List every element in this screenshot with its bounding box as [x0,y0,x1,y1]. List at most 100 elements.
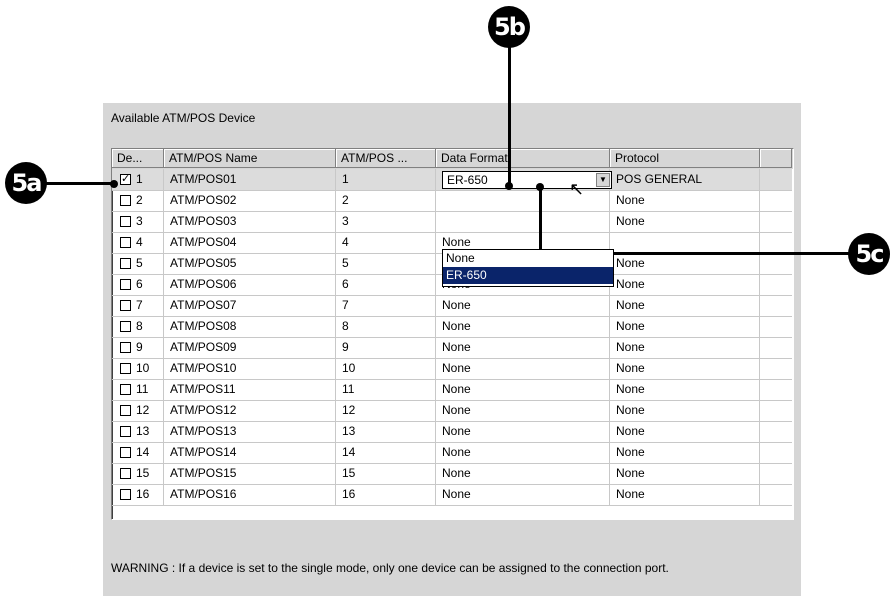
device-enable-checkbox[interactable] [120,384,131,395]
device-enable-cell: ✓ 1 [112,169,164,190]
device-enable-checkbox[interactable] [120,195,131,206]
table-row[interactable]: 8 ATM/POS08 8 None None [112,316,792,338]
data-format-cell[interactable]: None [436,442,610,463]
device-enable-checkbox[interactable] [120,279,131,290]
table-row[interactable]: 11 ATM/POS11 11 None None [112,379,792,401]
device-id-cell: 1 [336,169,436,190]
device-id-cell: 4 [336,232,436,253]
table-row[interactable]: 9 ATM/POS09 9 None None [112,337,792,359]
data-format-combobox-value: ER-650 [447,173,488,187]
callout-5a: 5a [5,162,47,204]
device-enable-checkbox[interactable] [120,216,131,227]
device-name-cell: ATM/POS05 [164,253,336,274]
protocol-cell[interactable]: None [610,400,760,421]
filler-cell [760,316,792,337]
protocol-cell[interactable]: None [610,190,760,211]
table-row[interactable]: ✓ 1 ATM/POS01 1 POS GENERAL ER-650 ▼ [112,169,792,191]
data-format-cell[interactable]: None [436,400,610,421]
filler-cell [760,463,792,484]
protocol-cell[interactable]: None [610,358,760,379]
data-format-cell[interactable]: None [436,295,610,316]
dropdown-option-er650[interactable]: ER-650 [443,267,613,284]
data-format-cell[interactable]: None [436,358,610,379]
device-enable-checkbox[interactable] [120,363,131,374]
device-number: 7 [136,298,143,312]
device-enable-checkbox[interactable] [120,426,131,437]
panel-title: Available ATM/POS Device [111,111,256,125]
device-enable-checkbox[interactable] [120,321,131,332]
device-enable-cell: 14 [112,442,164,463]
device-grid: De... ATM/POS Name ATM/POS ... Data Form… [111,148,794,520]
data-format-dropdown-list[interactable]: None ER-650 [442,249,614,287]
device-number: 8 [136,319,143,333]
protocol-cell[interactable]: None [610,337,760,358]
protocol-cell[interactable]: None [610,484,760,505]
device-id-cell: 5 [336,253,436,274]
device-number: 9 [136,340,143,354]
device-enable-checkbox[interactable] [120,258,131,269]
protocol-cell[interactable]: None [610,316,760,337]
data-format-cell[interactable]: None [436,379,610,400]
device-enable-checkbox[interactable] [120,237,131,248]
table-row[interactable]: 3 ATM/POS03 3 None [112,211,792,233]
column-header-name[interactable]: ATM/POS Name [164,149,336,168]
protocol-cell[interactable]: POS GENERAL [610,169,760,190]
dropdown-arrow-icon[interactable]: ▼ [596,173,610,187]
dropdown-option-none[interactable]: None [443,250,613,267]
column-header-data-format[interactable]: Data Format [436,149,610,168]
device-enable-cell: 13 [112,421,164,442]
filler-cell [760,190,792,211]
column-header-id[interactable]: ATM/POS ... [336,149,436,168]
protocol-cell[interactable]: None [610,274,760,295]
data-format-combobox[interactable]: ER-650 ▼ [442,171,612,189]
warning-text: WARNING : If a device is set to the sing… [111,561,669,575]
device-enable-cell: 12 [112,400,164,421]
device-number: 3 [136,214,143,228]
device-number: 2 [136,193,143,207]
device-enable-checkbox[interactable] [120,342,131,353]
device-name-cell: ATM/POS16 [164,484,336,505]
device-enable-checkbox[interactable] [120,405,131,416]
device-enable-checkbox[interactable] [120,489,131,500]
protocol-cell[interactable]: None [610,442,760,463]
device-number: 14 [136,445,150,459]
table-row[interactable]: 12 ATM/POS12 12 None None [112,400,792,422]
device-enable-checkbox[interactable] [120,447,131,458]
table-row[interactable]: 15 ATM/POS15 15 None None [112,463,792,485]
data-format-cell[interactable]: None [436,316,610,337]
table-row[interactable]: 16 ATM/POS16 16 None None [112,484,792,506]
device-name-cell: ATM/POS03 [164,211,336,232]
data-format-cell[interactable]: None [436,421,610,442]
protocol-cell[interactable]: None [610,379,760,400]
mouse-cursor-icon: ↖ [569,179,585,199]
table-row[interactable]: 14 ATM/POS14 14 None None [112,442,792,464]
filler-cell [760,253,792,274]
data-format-cell[interactable]: None [436,337,610,358]
column-header-protocol[interactable]: Protocol [610,149,760,168]
device-number: 15 [136,466,150,480]
protocol-cell[interactable]: None [610,295,760,316]
protocol-cell[interactable]: None [610,463,760,484]
device-enable-cell: 16 [112,484,164,505]
device-enable-checkbox[interactable]: ✓ [120,174,131,185]
data-format-cell[interactable]: None [436,463,610,484]
protocol-cell[interactable] [610,232,760,253]
device-id-cell: 11 [336,379,436,400]
protocol-cell[interactable]: None [610,253,760,274]
column-header-enabled[interactable]: De... [112,149,164,168]
device-name-cell: ATM/POS15 [164,463,336,484]
device-number: 16 [136,487,150,501]
data-format-cell[interactable] [436,211,610,232]
device-enable-checkbox[interactable] [120,300,131,311]
device-enable-cell: 4 [112,232,164,253]
device-id-cell: 8 [336,316,436,337]
protocol-cell[interactable]: None [610,421,760,442]
table-row[interactable]: 2 ATM/POS02 2 None [112,190,792,212]
device-enable-checkbox[interactable] [120,468,131,479]
table-row[interactable]: 13 ATM/POS13 13 None None [112,421,792,443]
table-row[interactable]: 10 ATM/POS10 10 None None [112,358,792,380]
data-format-cell[interactable]: None [436,484,610,505]
protocol-cell[interactable]: None [610,211,760,232]
table-row[interactable]: 7 ATM/POS07 7 None None [112,295,792,317]
device-number: 11 [136,382,149,396]
